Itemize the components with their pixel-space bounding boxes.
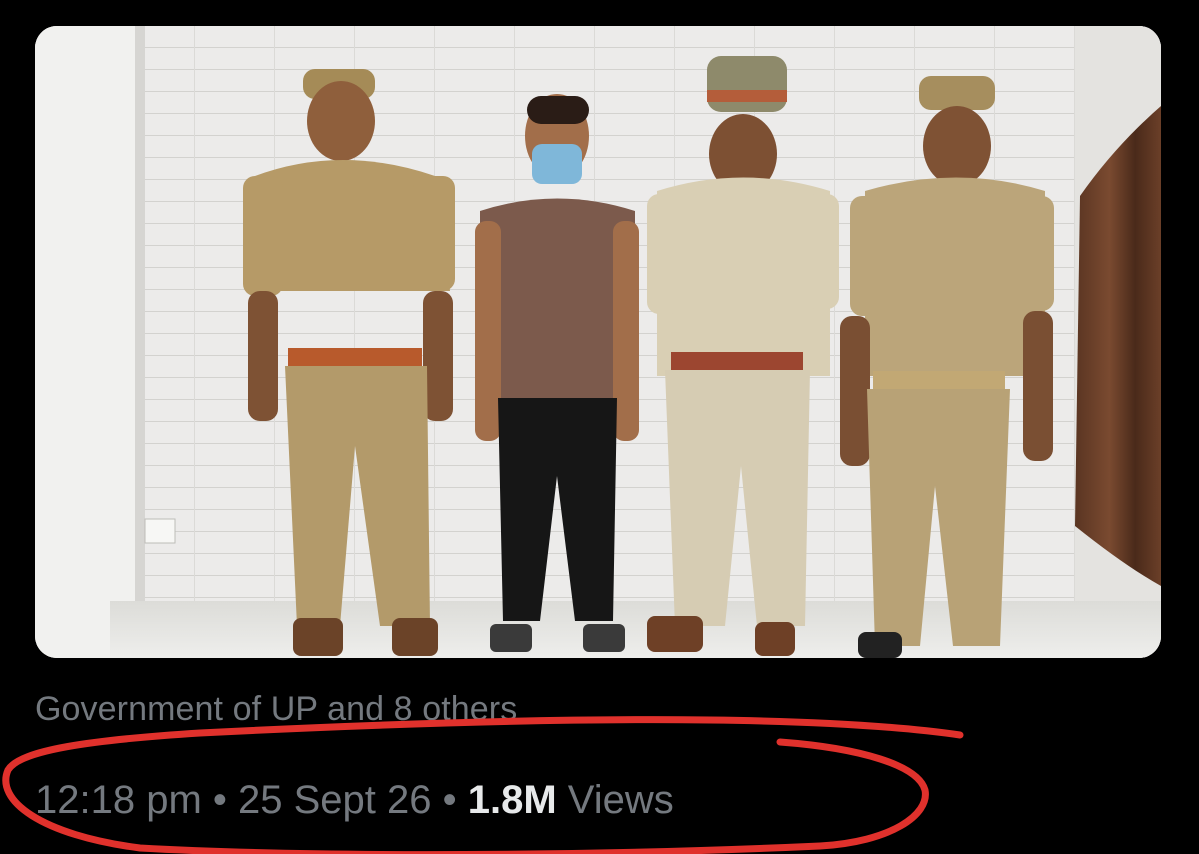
post-date[interactable]: 25 Sept 26 (238, 778, 432, 822)
post-photo[interactable] (35, 26, 1161, 658)
separator-dot: • (201, 778, 239, 822)
post-time[interactable]: 12:18 pm (35, 778, 202, 822)
views-label: Views (556, 778, 674, 822)
tweet-detail-view: Government of UP and 8 others 12:18 pm •… (0, 0, 1199, 854)
separator-dot: • (431, 778, 468, 822)
views-count: 1.8M (467, 778, 557, 822)
post-metadata: 12:18 pm • 25 Sept 26 • 1.8M Views (35, 778, 674, 823)
tagged-accounts-link[interactable]: Government of UP and 8 others (35, 690, 517, 729)
photo-illustration (35, 26, 1161, 658)
